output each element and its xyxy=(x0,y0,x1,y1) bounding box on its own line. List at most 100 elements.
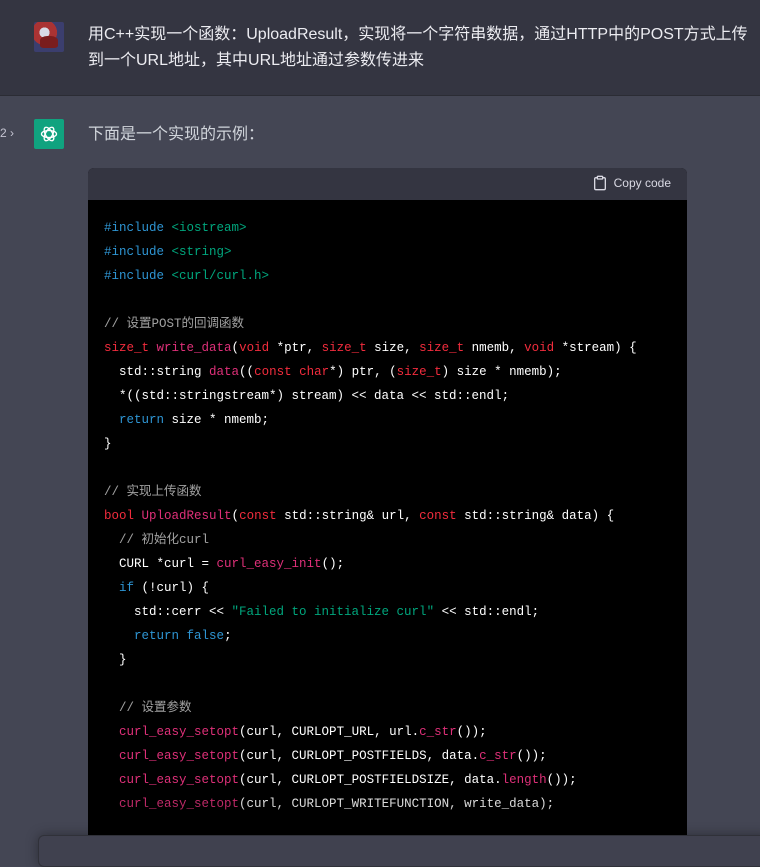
code-token: void xyxy=(239,341,270,355)
code-line: bool UploadResult(const std::string& url… xyxy=(104,504,671,528)
code-token: <string> xyxy=(171,245,232,259)
code-line: } xyxy=(104,648,671,672)
code-token: #include xyxy=(104,221,172,235)
code-token: void xyxy=(524,341,555,355)
code-line: size_t write_data(void *ptr, size_t size… xyxy=(104,336,671,360)
code-line: // 初始化curl xyxy=(104,528,671,552)
code-line: #include <string> xyxy=(104,240,671,264)
code-token: const xyxy=(239,509,277,523)
code-token: data xyxy=(209,365,240,379)
code-token: ()); xyxy=(516,749,547,763)
code-token: *) ptr, ( xyxy=(329,365,397,379)
code-token: size * nmemb; xyxy=(164,413,270,427)
code-line: #include <curl/curl.h> xyxy=(104,264,671,288)
response-pagination[interactable]: 2 › xyxy=(0,126,14,140)
code-line: curl_easy_setopt(curl, CURLOPT_URL, url.… xyxy=(104,720,671,744)
code-block-header: Copy code xyxy=(88,168,687,200)
code-token: c_str xyxy=(479,749,517,763)
copy-code-label: Copy code xyxy=(613,176,671,190)
code-token: bool xyxy=(104,509,135,523)
code-line: curl_easy_setopt(curl, CURLOPT_POSTFIELD… xyxy=(104,744,671,768)
code-token: curl_easy_setopt xyxy=(119,725,240,739)
code-token: std::string xyxy=(104,365,210,379)
code-token: (curl, CURLOPT_WRITEFUNCTION, write_data… xyxy=(239,797,555,811)
code-token: char xyxy=(299,365,330,379)
code-token: // 实现上传函数 xyxy=(104,485,202,499)
code-token: #include xyxy=(104,269,172,283)
code-token: // 设置POST的回调函数 xyxy=(104,317,245,331)
code-token: curl_easy_setopt xyxy=(119,773,240,787)
code-line: // 实现上传函数 xyxy=(104,480,671,504)
code-token: size_t xyxy=(396,365,442,379)
code-token: <iostream> xyxy=(171,221,247,235)
code-token: std::string& url, xyxy=(276,509,420,523)
code-token: return xyxy=(119,413,165,427)
code-token: ) size * nmemb); xyxy=(441,365,562,379)
user-message-row: 用C++实现一个函数：UploadResult，实现将一个字符串数据，通过HTT… xyxy=(0,0,760,96)
code-token: *stream) { xyxy=(554,341,637,355)
code-token: size, xyxy=(366,341,420,355)
code-line: std::cerr << "Failed to initialize curl"… xyxy=(104,600,671,624)
code-token: (); xyxy=(321,557,345,571)
code-token: UploadResult xyxy=(141,509,232,523)
copy-code-button[interactable]: Copy code xyxy=(592,175,671,191)
assistant-intro-text: 下面是一个实现的示例： xyxy=(88,126,265,143)
code-token: const xyxy=(419,509,457,523)
code-token: write_data xyxy=(156,341,232,355)
code-token: #include xyxy=(104,245,172,259)
code-token: *ptr, xyxy=(269,341,322,355)
code-token: *((std::stringstream*) stream) << data <… xyxy=(104,389,510,403)
code-token: curl_easy_setopt xyxy=(119,749,240,763)
clipboard-icon xyxy=(593,175,606,191)
code-token: ; xyxy=(224,629,232,643)
code-token: } xyxy=(104,437,112,451)
code-token: ()); xyxy=(456,725,487,739)
code-line: *((std::stringstream*) stream) << data <… xyxy=(104,384,671,408)
code-token: // 初始化curl xyxy=(104,533,210,547)
user-message-text: 用C++实现一个函数：UploadResult，实现将一个字符串数据，通过HTT… xyxy=(88,26,748,69)
code-token: size_t xyxy=(419,341,465,355)
code-token: curl_easy_init xyxy=(216,557,322,571)
code-content[interactable]: #include <iostream> #include <string> #inc… xyxy=(88,200,687,816)
code-token: nmemb, xyxy=(464,341,525,355)
code-token: (curl, CURLOPT_POSTFIELDS, data. xyxy=(239,749,480,763)
code-token: size_t xyxy=(104,341,150,355)
code-token: "Failed to initialize curl" xyxy=(231,605,435,619)
code-line: #include <iostream> xyxy=(104,216,671,240)
message-composer[interactable] xyxy=(38,835,760,867)
code-token: length xyxy=(501,773,547,787)
code-token: (curl, CURLOPT_POSTFIELDSIZE, data. xyxy=(239,773,502,787)
code-token: curl_easy_setopt xyxy=(119,797,240,811)
code-line: curl_easy_setopt(curl, CURLOPT_WRITEFUNC… xyxy=(104,792,671,816)
code-line: } xyxy=(104,432,671,456)
code-token: (curl, CURLOPT_URL, url. xyxy=(239,725,420,739)
code-token: std::cerr << xyxy=(104,605,232,619)
code-line: return false; xyxy=(104,624,671,648)
code-token: ()); xyxy=(546,773,577,787)
code-token: // 设置参数 xyxy=(104,701,192,715)
code-token: ( xyxy=(231,509,240,523)
code-line: curl_easy_setopt(curl, CURLOPT_POSTFIELD… xyxy=(104,768,671,792)
code-token: (( xyxy=(239,365,255,379)
code-token: const xyxy=(254,365,292,379)
code-token: std::string& data) { xyxy=(456,509,615,523)
user-avatar xyxy=(34,22,64,52)
code-line: // 设置POST的回调函数 xyxy=(104,312,671,336)
code-token: c_str xyxy=(419,725,457,739)
code-token: CURL *curl = xyxy=(104,557,217,571)
openai-logo-icon xyxy=(40,126,58,142)
code-token: false xyxy=(186,629,225,643)
code-line: std::string data((const char*) ptr, (siz… xyxy=(104,360,671,384)
